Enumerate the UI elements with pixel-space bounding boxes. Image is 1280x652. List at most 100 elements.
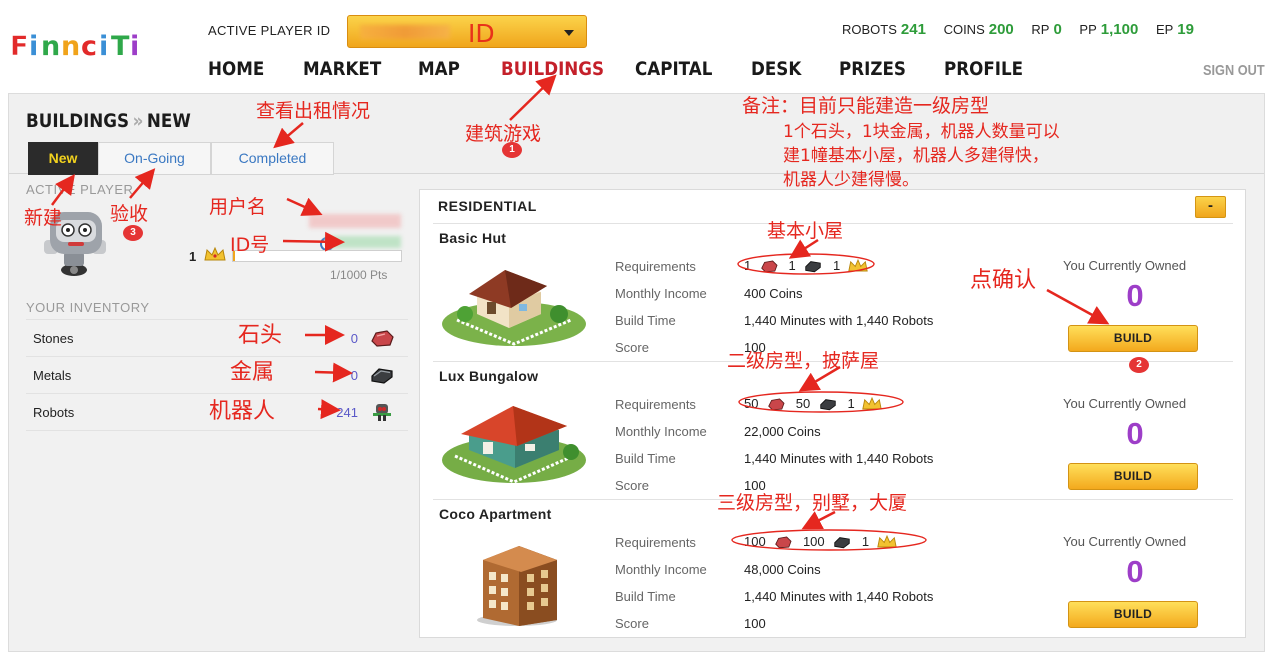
metal-icon	[369, 364, 395, 386]
build-time-value: 1,440 Minutes with 1,440 Robots	[744, 313, 934, 328]
nav-prizes[interactable]: PRIZES	[839, 58, 906, 80]
annotation-robot: 机器人	[209, 399, 276, 424]
inventory-value: 0	[350, 331, 358, 346]
nav-home[interactable]: HOME	[208, 58, 264, 80]
nav-map[interactable]: MAP	[418, 58, 460, 80]
breadcrumb-section[interactable]: BUILDINGS	[26, 110, 129, 132]
chevron-down-icon	[564, 30, 574, 36]
stat-robots: ROBOTS 241	[842, 21, 926, 38]
stone-icon	[761, 260, 778, 272]
inventory-row-metals: Metals 0	[26, 357, 408, 394]
req-stones: 100	[744, 534, 766, 550]
metal-icon	[834, 536, 850, 548]
requirements-values: 50 50 1	[744, 395, 888, 413]
nav-market[interactable]: MARKET	[303, 58, 381, 80]
build-time-value: 1,440 Minutes with 1,440 Robots	[744, 451, 934, 466]
tab-completed[interactable]: Completed	[211, 142, 334, 175]
username-redacted	[309, 214, 401, 228]
nav-desk[interactable]: DESK	[751, 58, 801, 80]
annotation-note-title: 备注：目前只能建造一级房型	[742, 95, 990, 117]
build-time-label: Build Time	[615, 313, 676, 328]
svg-text:n: n	[61, 31, 80, 62]
basic-hut-image	[439, 256, 589, 351]
building-name: Coco Apartment	[439, 506, 552, 522]
monthly-income-label: Monthly Income	[615, 562, 707, 577]
monthly-income-label: Monthly Income	[615, 424, 707, 439]
user-id-redacted	[326, 236, 401, 248]
build-button-lux-bungalow[interactable]: BUILD	[1068, 463, 1198, 490]
stat-rp: RP 0	[1031, 21, 1062, 38]
svg-text:F: F	[10, 31, 28, 62]
annotation-note-line1: 1个石头，1块金属，机器人数量可以	[783, 122, 1060, 142]
req-stones: 1	[744, 258, 752, 274]
stat-coins: COINS 200	[943, 21, 1014, 38]
req-level: 1	[847, 396, 855, 412]
inventory-name: Robots	[33, 405, 75, 420]
sign-out-link[interactable]: SIGN OUT	[1203, 62, 1265, 79]
active-player-id-label: ACTIVE PLAYER ID	[208, 23, 331, 38]
requirements-values: 1 1 1	[744, 257, 874, 275]
monthly-income-value: 48,000 Coins	[744, 562, 821, 577]
owned-count: 0	[1126, 278, 1144, 313]
requirements-label: Requirements	[615, 535, 696, 550]
robot-icon	[369, 401, 395, 423]
svg-text:n: n	[41, 31, 60, 62]
build-button-coco-apartment[interactable]: BUILD	[1068, 601, 1198, 628]
inventory-row-stones: Stones 0	[26, 320, 408, 357]
inventory-name: Metals	[33, 368, 72, 383]
xp-text: 1/1000 Pts	[330, 268, 388, 282]
crown-icon	[862, 396, 883, 410]
id-redaction	[360, 25, 450, 39]
inventory-title: YOUR INVENTORY	[26, 300, 150, 315]
build-time-label: Build Time	[615, 451, 676, 466]
crown-icon	[203, 246, 227, 262]
req-stones: 50	[744, 396, 759, 412]
nav-buildings[interactable]: BUILDINGS	[501, 58, 604, 80]
build-time-label: Build Time	[615, 589, 676, 604]
collapse-button[interactable]: -	[1195, 196, 1226, 218]
panel-header: BUILDINGS» NEW New On-Going Completed	[9, 94, 1264, 175]
build-button-basic-hut[interactable]: BUILD	[1068, 325, 1198, 352]
annotation-basic-hut: 基本小屋	[767, 220, 844, 242]
player-id-select[interactable]: ID	[347, 15, 587, 48]
breadcrumb-separator: »	[132, 110, 144, 132]
stone-icon	[369, 327, 395, 349]
stat-ep: EP 19	[1155, 21, 1194, 38]
req-metals: 1	[788, 258, 796, 274]
nav-profile[interactable]: PROFILE	[944, 58, 1023, 80]
building-coco-apartment: Coco Apartment Requirements 100 100 1 Mo…	[433, 499, 1233, 636]
crown-icon	[877, 534, 897, 548]
score-label: Score	[615, 478, 649, 493]
req-level: 1	[832, 258, 841, 274]
nav-capital[interactable]: CAPITAL	[635, 58, 712, 80]
annotation-note-line2: 建1幢基本小屋，机器人多建得快，	[783, 146, 1049, 166]
svg-text:c: c	[81, 31, 97, 62]
stone-icon	[775, 536, 792, 548]
building-name: Basic Hut	[439, 230, 507, 246]
metal-icon	[820, 398, 836, 410]
annotation-note-line3: 机器人少建得慢。	[783, 170, 919, 190]
annotation-badge-3: 3	[123, 225, 143, 241]
building-lux-bungalow: Lux Bungalow Requirements 50 50 1 Monthl…	[433, 361, 1233, 498]
req-metals: 50	[795, 396, 811, 412]
inventory-name: Stones	[33, 331, 74, 346]
build-time-value: 1,440 Minutes with 1,440 Robots	[744, 589, 934, 604]
req-level: 1	[861, 534, 870, 550]
annotation-level3: 三级房型，别墅，大厦	[717, 492, 908, 514]
requirements-label: Requirements	[615, 259, 696, 274]
tab-new[interactable]: New	[28, 142, 98, 175]
id-select-value: ID	[468, 19, 495, 48]
tab-on-going[interactable]: On-Going	[98, 142, 211, 175]
finnciti-logo[interactable]: F i n n c i T i	[8, 28, 166, 63]
inventory-value: 0	[350, 368, 358, 383]
annotation-level2: 二级房型，披萨屋	[727, 350, 880, 372]
residential-title: RESIDENTIAL	[438, 198, 537, 214]
monthly-income-value: 400 Coins	[744, 286, 803, 301]
residential-card: RESIDENTIAL - Basic Hut Requirements 1 1	[419, 189, 1246, 638]
annotation-username: 用户名	[209, 196, 267, 218]
requirements-values: 100 100 1	[744, 533, 903, 551]
monthly-income-value: 22,000 Coins	[744, 424, 821, 439]
stat-pp: PP 1,100	[1079, 21, 1139, 38]
score-label: Score	[615, 616, 649, 631]
owned-label: You Currently Owned	[1063, 396, 1187, 411]
